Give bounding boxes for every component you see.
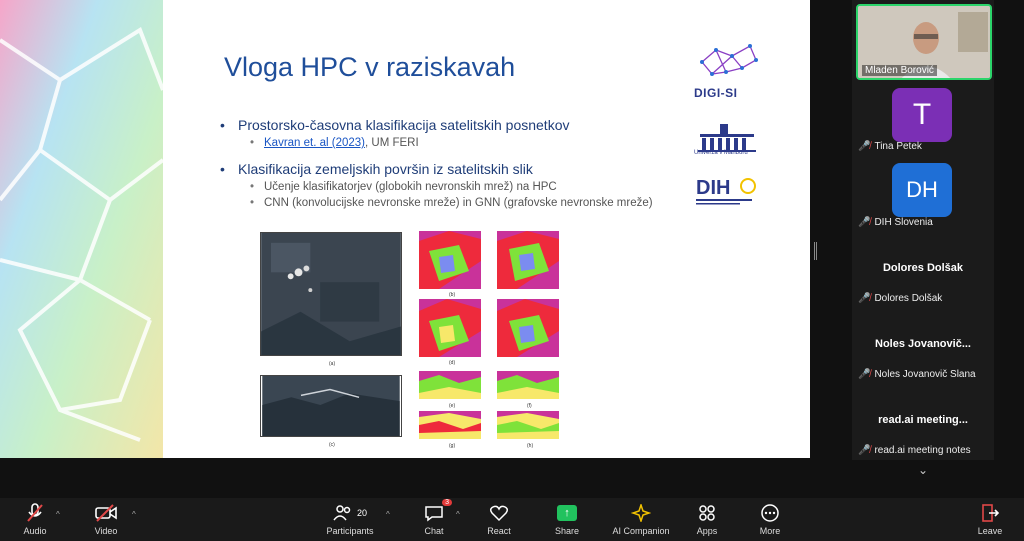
video-button[interactable]: Video (71, 502, 141, 536)
caption-h: (h) (527, 443, 534, 449)
share-button[interactable]: ↑ Share (532, 502, 602, 536)
more-icon (760, 502, 780, 524)
share-label: Share (554, 526, 580, 536)
chat-label: Chat (424, 526, 444, 536)
participant-name: 🎤̸ Dolores Dolšak (858, 293, 943, 304)
apps-button[interactable]: Apps (672, 502, 742, 536)
classification-map-g (419, 411, 481, 439)
sub-bullet-item: • Kavran et. al (2023), UM FERI (250, 137, 419, 149)
participant-tile-name[interactable]: Dolores Dolšak (852, 262, 994, 274)
mic-muted-icon: 🎤̸ (858, 369, 871, 380)
mic-muted-icon: 🎤̸ (858, 141, 871, 152)
share-screen-icon: ↑ (557, 502, 577, 524)
participants-label: Participants (326, 526, 374, 536)
slide-decoration (0, 0, 163, 458)
caption-b: (b) (449, 292, 456, 298)
chat-icon: 3 (424, 499, 452, 524)
caption-a: (a) (329, 361, 336, 367)
ai-companion-button[interactable]: AI Companion (606, 502, 676, 536)
apps-icon (697, 502, 717, 524)
chat-unread-badge: 3 (442, 499, 452, 506)
classification-map-d (497, 299, 559, 357)
shared-slide: Vloga HPC v raziskavah • Prostorsko-časov… (0, 0, 810, 458)
video-options-caret[interactable]: ^ (132, 510, 136, 519)
audio-options-caret[interactable]: ^ (56, 510, 60, 519)
meeting-toolbar: Audio ^ Video ^ 20 Participants ^ 3 Chat… (0, 498, 1024, 541)
sub-bullet-text: , UM FERI (365, 137, 419, 149)
bullet-item: • Klasifikacija zemeljskih površin iz sat… (220, 161, 533, 177)
mic-muted-icon: 🎤̸ (858, 217, 871, 228)
people-icon: 20 (333, 502, 367, 524)
satellite-image-c (260, 375, 402, 437)
um-logo (698, 124, 756, 152)
leave-button[interactable]: Leave (955, 502, 1024, 536)
mic-muted-icon: 🎤̸ (858, 293, 871, 304)
classification-map-h (497, 411, 559, 439)
participants-strip: Mladen Borović T 🎤̸ Tina Petek DH 🎤̸ DIH S… (852, 0, 994, 460)
participant-name: 🎤̸ DIH Slovenia (858, 217, 933, 228)
self-name-label: Mladen Borović (862, 65, 937, 76)
avatar-tina-petek[interactable]: T (892, 88, 952, 142)
um-logo-text: Univerza v Mariboru (694, 150, 748, 156)
bullet-text: Klasifikacija zemeljskih površin iz sate… (238, 161, 533, 177)
participant-name: 🎤̸ Tina Petek (858, 141, 922, 152)
participant-tile-name[interactable]: read.ai meeting... (852, 414, 994, 426)
ai-companion-label: AI Companion (612, 526, 670, 536)
participant-name: 🎤̸ Noles Jovanovič Slana (858, 369, 976, 380)
classification-map-e (419, 371, 481, 399)
more-label: More (759, 526, 781, 536)
participants-button[interactable]: 20 Participants (315, 502, 385, 536)
heart-icon (489, 502, 509, 524)
sub-bullet-item: • CNN (konvolucijske nevronske mreže) in … (250, 197, 653, 209)
video-label: Video (94, 526, 118, 536)
satellite-image-a (260, 232, 402, 356)
leave-label: Leave (977, 526, 1003, 536)
panel-resize-handle[interactable] (814, 242, 817, 260)
classification-figure: (a) (c) (b) (d) (e) (f) (g) (h) (253, 225, 669, 457)
bullet-item: • Prostorsko-časovna klasifikacija sateli… (220, 117, 570, 133)
classification-map-f (497, 371, 559, 399)
classification-map-b (497, 231, 559, 289)
sub-bullet-text: Učenje klasifikatorjev (globokih nevrons… (264, 181, 557, 193)
camera-off-icon (95, 502, 117, 524)
caption-e: (e) (449, 403, 456, 409)
slide-title: Vloga HPC v raziskavah (224, 52, 516, 82)
avatar-dih-slovenia[interactable]: DH (892, 163, 952, 217)
classification-map-a (419, 231, 481, 289)
sub-bullet-text: CNN (konvolucijske nevronske mreže) in G… (264, 197, 653, 209)
chevron-down-icon[interactable]: ⌄ (918, 463, 928, 477)
participants-options-caret[interactable]: ^ (386, 510, 390, 519)
self-video-tile[interactable]: Mladen Borović (856, 4, 992, 80)
participant-name: 🎤̸ read.ai meeting notes (858, 445, 971, 456)
leave-icon (980, 502, 1000, 524)
sub-bullet-item: • Učenje klasifikatorjev (globokih nevron… (250, 181, 557, 193)
audio-label: Audio (23, 526, 47, 536)
meeting-stage: Vloga HPC v raziskavah • Prostorsko-časov… (0, 0, 1024, 498)
chat-button[interactable]: 3 Chat (399, 499, 469, 536)
caption-f: (f) (527, 403, 532, 409)
caption-d: (d) (449, 360, 456, 366)
react-label: React (487, 526, 511, 536)
mic-muted-icon: 🎤̸ (858, 445, 871, 456)
bullet-list: • Prostorsko-časovna klasifikacija sateli… (220, 117, 700, 213)
react-button[interactable]: React (464, 502, 534, 536)
digi-si-logo-text: DIGI-SI (694, 86, 738, 100)
sparkle-icon (631, 502, 651, 524)
apps-label: Apps (696, 526, 718, 536)
classification-map-c (419, 299, 481, 357)
caption-c: (c) (329, 442, 335, 448)
mic-muted-icon (26, 502, 44, 524)
participants-count: 20 (356, 508, 367, 518)
dih-logo-text: DIH (696, 177, 730, 199)
bullet-text: Prostorsko-časovna klasifikacija satelit… (238, 117, 570, 133)
audio-button[interactable]: Audio (0, 502, 70, 536)
citation-link[interactable]: Kavran et. al (2023) (264, 137, 365, 149)
dih-logo: DIH (696, 177, 756, 205)
more-button[interactable]: More (735, 502, 805, 536)
participant-tile-name[interactable]: Noles Jovanovič... (852, 338, 994, 350)
caption-g: (g) (449, 443, 456, 449)
chat-options-caret[interactable]: ^ (456, 510, 460, 519)
